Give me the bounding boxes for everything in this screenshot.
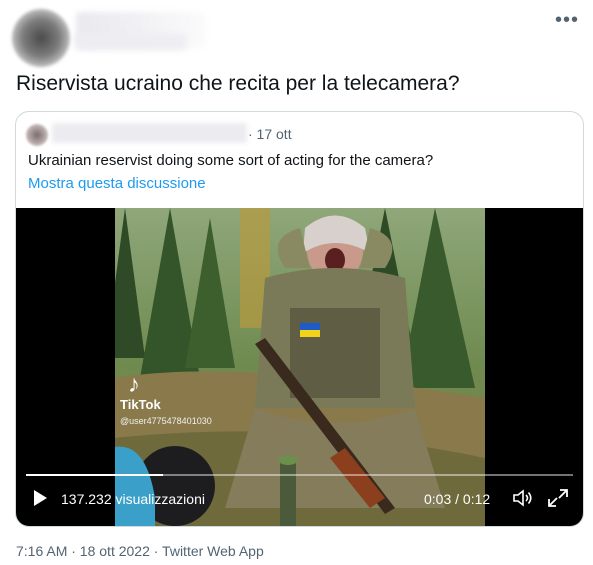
view-count: 137.232 visualizzazioni bbox=[61, 491, 205, 507]
quoted-tweet-text: Ukrainian reservist doing some sort of a… bbox=[28, 152, 434, 169]
volume-icon[interactable] bbox=[512, 488, 534, 508]
tweet-timestamp[interactable]: 7:16 AM · 18 ott 2022 · Twitter Web App bbox=[16, 543, 264, 559]
tweet-text: Riservista ucraino che recita per la tel… bbox=[16, 72, 460, 95]
quoted-author-name-blurred bbox=[52, 123, 247, 143]
tiktok-label: TikTok bbox=[120, 397, 161, 412]
more-options-icon[interactable]: ••• bbox=[555, 10, 579, 30]
author-avatar[interactable] bbox=[12, 9, 70, 67]
quoted-author-avatar bbox=[26, 124, 48, 146]
author-handle-blurred bbox=[76, 34, 186, 50]
fullscreen-icon[interactable] bbox=[547, 488, 569, 508]
video-progress-bar[interactable] bbox=[26, 474, 573, 476]
quoted-tweet-date[interactable]: · 17 ott bbox=[248, 126, 292, 142]
tiktok-watermark: ♪ TikTok bbox=[120, 371, 161, 413]
quoted-tweet-card[interactable]: · 17 ott Ukrainian reservist doing some … bbox=[15, 111, 584, 527]
video-time: 0:03 / 0:12 bbox=[424, 491, 491, 507]
video-progress-fill bbox=[26, 474, 163, 476]
play-icon[interactable] bbox=[34, 490, 47, 506]
tiktok-icon: ♪ bbox=[128, 371, 140, 398]
video-player[interactable]: ♪ TikTok @user4775478401030 137.232 visu… bbox=[16, 208, 583, 526]
tiktok-username: @user4775478401030 bbox=[120, 416, 212, 426]
show-thread-link[interactable]: Mostra questa discussione bbox=[28, 175, 206, 192]
video-frame bbox=[115, 208, 485, 526]
